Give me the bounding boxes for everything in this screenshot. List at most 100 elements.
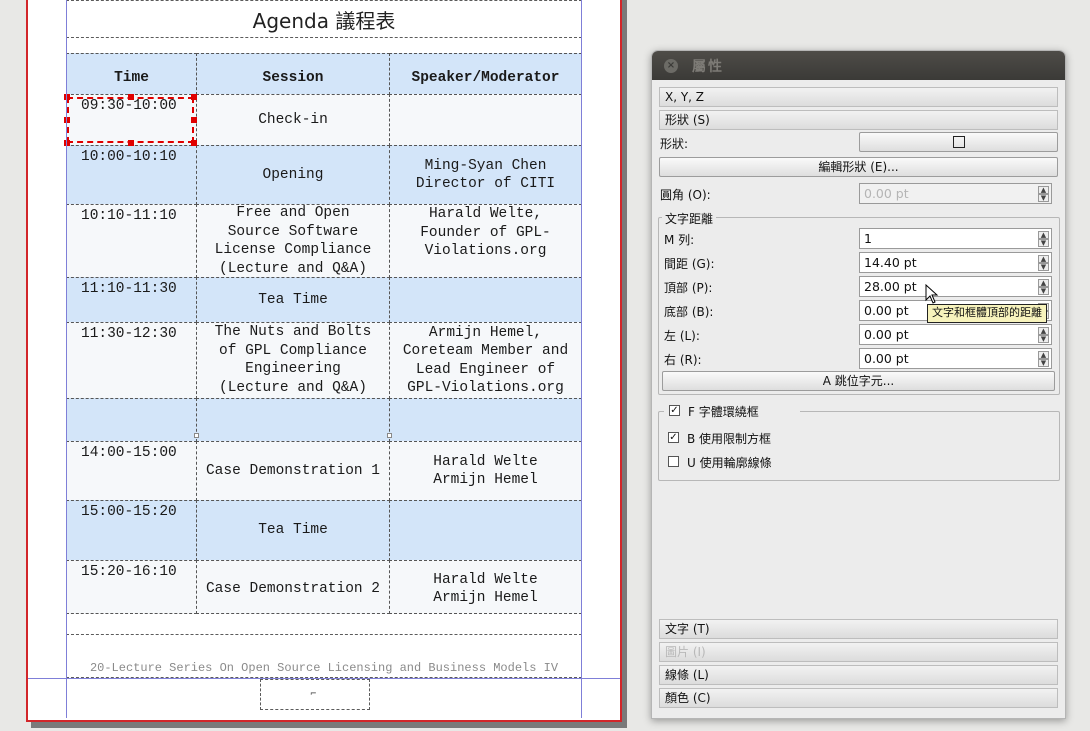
time-cell[interactable]: 10:10-11:10: [66, 204, 197, 278]
panel-titlebar[interactable]: × 屬性: [652, 51, 1065, 80]
session-cell[interactable]: The Nuts and Bolts of GPL Compliance Eng…: [196, 322, 390, 399]
top-distance-value: 28.00 pt: [864, 279, 917, 294]
session-cell[interactable]: Check-in: [196, 94, 390, 146]
tabulators-button[interactable]: A 跳位字元...: [662, 371, 1055, 391]
resize-handle[interactable]: [64, 94, 70, 100]
section-text[interactable]: 文字 (T): [659, 619, 1058, 639]
header-time[interactable]: Time: [66, 53, 197, 95]
resize-handle[interactable]: [128, 94, 134, 100]
overflow-marker: [387, 433, 392, 438]
gap-label: 間距 (G):: [664, 257, 715, 271]
time-cell[interactable]: 11:30-12:30: [66, 322, 197, 399]
resize-handle[interactable]: [128, 140, 134, 146]
speaker-cell[interactable]: Harald Welte Armijn Hemel: [389, 441, 582, 501]
header-speaker[interactable]: Speaker/Moderator: [389, 53, 582, 95]
session-cell[interactable]: Tea Time: [196, 277, 390, 323]
time-cell[interactable]: 15:20-16:10: [66, 560, 197, 614]
time-cell[interactable]: 10:00-10:10: [66, 145, 197, 205]
speaker-cell[interactable]: Harald Welte Armijn Hemel: [389, 560, 582, 614]
columns-value: 1: [864, 231, 872, 246]
rectangle-shape-icon: [952, 135, 965, 148]
left-distance-input[interactable]: 0.00 pt ▲ ▼: [859, 324, 1052, 345]
right-distance-value: 0.00 pt: [864, 351, 909, 366]
right-label: 右 (R):: [664, 353, 702, 367]
header-session[interactable]: Session: [196, 53, 390, 95]
time-cell[interactable]: 14:00-15:00: [66, 441, 197, 501]
gap-input[interactable]: 14.40 pt ▲ ▼: [859, 252, 1052, 273]
section-image: 圖片 (I): [659, 642, 1058, 662]
close-icon[interactable]: ×: [664, 58, 678, 73]
resize-handle[interactable]: [191, 117, 197, 123]
top-label: 頂部 (P):: [664, 281, 713, 295]
margin-guide-left: [66, 0, 67, 718]
text-flow-label: F 字體環繞框: [688, 405, 759, 419]
resize-handle[interactable]: [64, 140, 70, 146]
session-cell[interactable]: [196, 398, 390, 442]
panel-title: 屬性: [692, 58, 724, 75]
speaker-cell[interactable]: [389, 398, 582, 442]
section-shape[interactable]: 形狀 (S): [659, 110, 1058, 130]
bottom-label: 底部 (B):: [664, 305, 714, 319]
corner-radius-value: 0.00 pt: [864, 186, 909, 201]
time-cell[interactable]: [66, 398, 197, 442]
left-label: 左 (L):: [664, 329, 700, 343]
edit-shape-button[interactable]: 編輯形狀 (E)...: [659, 157, 1058, 177]
resize-handle[interactable]: [64, 117, 70, 123]
bottom-distance-value: 0.00 pt: [864, 303, 909, 318]
shape-select-button[interactable]: [859, 132, 1058, 152]
footer-text: 20-Lecture Series On Open Source Licensi…: [89, 661, 559, 675]
columns-input[interactable]: 1 ▲ ▼: [859, 228, 1052, 249]
left-distance-value: 0.00 pt: [864, 327, 909, 342]
columns-label: M 列:: [664, 233, 695, 247]
selected-frame[interactable]: [67, 97, 194, 143]
spin-arrows-icon[interactable]: ▲▼: [1038, 351, 1049, 367]
text-cursor-mark: ⌐: [310, 689, 317, 698]
speaker-cell[interactable]: Harald Welte, Founder of GPL- Violations…: [389, 204, 582, 278]
document-canvas[interactable]: Agenda 議程表 Time Session Speaker/Moderato…: [0, 0, 640, 731]
text-flow-checkbox[interactable]: ✓: [669, 405, 680, 416]
properties-panel[interactable]: × 屬性 X, Y, Z 形狀 (S) 形狀: 編輯形狀 (E)... 圓角 (…: [651, 50, 1066, 719]
right-distance-input[interactable]: 0.00 pt ▲ ▼: [859, 348, 1052, 369]
contour-line-checkbox[interactable]: [668, 456, 679, 467]
spin-arrows-icon[interactable]: ▲▼: [1038, 279, 1049, 295]
footer-frame[interactable]: 20-Lecture Series On Open Source Licensi…: [66, 634, 582, 678]
speaker-cell[interactable]: Ming-Syan Chen Director of CITI: [389, 145, 582, 205]
mouse-pointer-icon: [925, 284, 939, 304]
contour-line-label: U 使用輪廓線條: [687, 456, 772, 470]
agenda-title-frame[interactable]: Agenda 議程表: [66, 0, 582, 38]
shape-label: 形狀:: [660, 137, 689, 151]
section-line[interactable]: 線條 (L): [659, 665, 1058, 685]
text-flow-legend: ✓ F 字體環繞框: [664, 403, 800, 419]
session-cell[interactable]: Free and Open Source Software License Co…: [196, 204, 390, 278]
margin-guide-bottom: [28, 678, 620, 679]
corner-radius-input[interactable]: 0.00 pt ▲ ▼: [859, 183, 1052, 204]
spin-arrows-icon[interactable]: ▲▼: [1038, 231, 1049, 247]
corner-radius-label: 圓角 (O):: [660, 188, 711, 202]
section-color[interactable]: 顏色 (C): [659, 688, 1058, 708]
speaker-cell[interactable]: [389, 94, 582, 146]
time-cell[interactable]: 15:00-15:20: [66, 500, 197, 561]
speaker-cell[interactable]: Armijn Hemel, Coreteam Member and Lead E…: [389, 322, 582, 399]
resize-handle[interactable]: [191, 140, 197, 146]
top-distance-input[interactable]: 28.00 pt ▲ ▼: [859, 276, 1052, 297]
spin-arrows-icon[interactable]: ▲▼: [1038, 186, 1049, 202]
margin-guide-right: [581, 0, 582, 718]
speaker-cell[interactable]: [389, 500, 582, 561]
text-distance-legend: 文字距離: [662, 210, 717, 227]
bounding-box-checkbox[interactable]: ✓: [668, 432, 679, 443]
empty-text-frame[interactable]: ⌐: [260, 679, 370, 710]
session-cell[interactable]: Case Demonstration 2: [196, 560, 390, 614]
section-xyz[interactable]: X, Y, Z: [659, 87, 1058, 107]
speaker-cell[interactable]: [389, 277, 582, 323]
session-cell[interactable]: Tea Time: [196, 500, 390, 561]
spin-arrows-icon[interactable]: ▲▼: [1038, 327, 1049, 343]
tooltip: 文字和框體頂部的距離: [927, 304, 1047, 323]
spin-arrows-icon[interactable]: ▲▼: [1038, 255, 1049, 271]
time-cell[interactable]: 11:10-11:30: [66, 277, 197, 323]
session-cell[interactable]: Opening: [196, 145, 390, 205]
bounding-box-label: B 使用限制方框: [687, 432, 772, 446]
overflow-marker: [194, 433, 199, 438]
session-cell[interactable]: Case Demonstration 1: [196, 441, 390, 501]
resize-handle[interactable]: [191, 94, 197, 100]
agenda-title: Agenda 議程表: [252, 8, 396, 33]
